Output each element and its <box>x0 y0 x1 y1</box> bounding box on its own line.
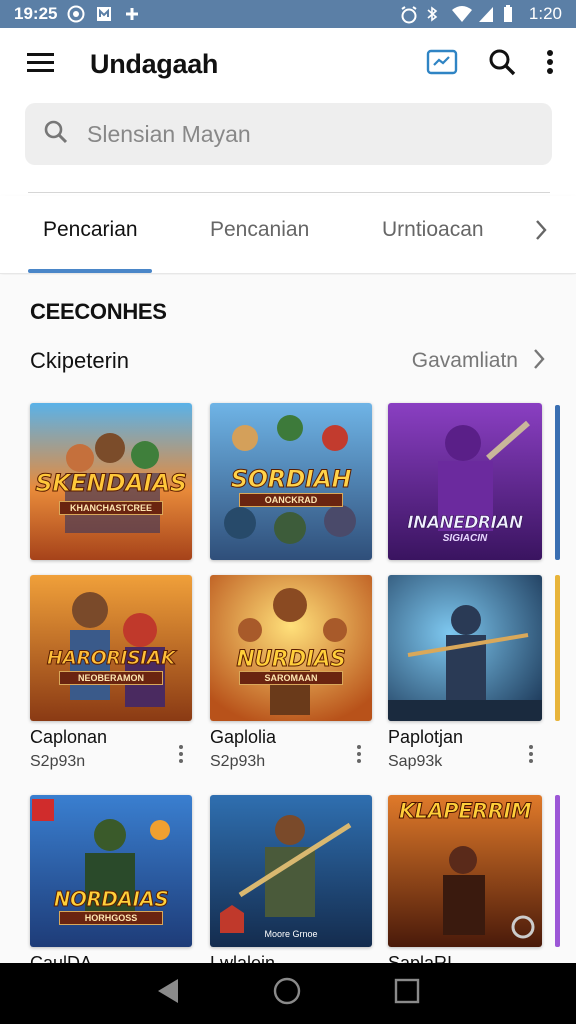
battery-icon <box>503 5 521 23</box>
navigation-bar <box>0 963 576 1024</box>
see-all-link[interactable]: Gavamliatn <box>412 349 518 373</box>
tab-pencarian[interactable]: Pencarian <box>43 218 138 242</box>
game-tile[interactable]: Moore Grnoe <box>210 795 372 947</box>
tile-art-title: SKENDAIAS <box>35 469 188 498</box>
game-tile[interactable]: KLAPERRIM <box>388 795 542 947</box>
tile-art-subtitle: SAROMAAN <box>239 671 343 685</box>
tab-bar: Pencarian Pencanian Urntioacan <box>0 196 576 274</box>
puzzle-icon <box>123 5 141 23</box>
tile-art-title: INANEDRIAN <box>407 513 524 534</box>
wifi-icon <box>451 5 472 23</box>
tile-art-subtitle: OANCKRAD <box>239 493 343 507</box>
bluetooth-icon <box>425 5 443 23</box>
chevron-right-icon[interactable] <box>534 218 548 247</box>
tile-title: Paplotjan <box>388 727 464 747</box>
tile-art-subtitle: Moore Grnoe <box>264 929 318 939</box>
app-title: Undagaah <box>90 48 219 79</box>
tile-subtitle: Sap93k <box>388 753 443 770</box>
next-tile-peek <box>555 795 560 947</box>
more-options-icon[interactable] <box>356 745 362 766</box>
tab-urntioacan[interactable]: Urntioacan <box>382 218 484 242</box>
section-subtitle: Ckipeterin <box>30 348 130 373</box>
search-field-icon <box>43 119 69 150</box>
more-options-icon[interactable] <box>528 745 534 766</box>
divider <box>28 192 550 193</box>
search-input[interactable] <box>87 120 487 148</box>
tile-art-subtitle: HORHGOSS <box>59 911 163 925</box>
menu-icon[interactable] <box>26 50 56 79</box>
alarm-icon <box>399 5 417 24</box>
tile-art-title: NURDIAS <box>236 647 347 673</box>
content-area: CEECONHES Ckipeterin Gavamliatn SKENDAIA… <box>0 275 576 963</box>
game-tile[interactable]: INANEDRIAN SIGIACIN <box>388 403 542 560</box>
game-tile[interactable]: HARORISIAK NEOBERAMON <box>30 575 192 721</box>
more-vert-icon[interactable] <box>546 49 554 80</box>
status-time-right: 1:20 <box>528 4 562 23</box>
back-icon[interactable] <box>156 978 180 1009</box>
whatsapp-icon <box>67 5 85 23</box>
game-tile[interactable]: NORDAIAS HORHGOSS <box>30 795 192 947</box>
tile-art-title: KLAPERRIM <box>398 799 532 824</box>
tile-title: Gaplolia <box>210 727 277 747</box>
more-options-icon[interactable] <box>178 745 184 766</box>
tile-title: CaulDA <box>30 953 93 963</box>
tile-subtitle: S2p93n <box>30 753 86 770</box>
home-icon[interactable] <box>273 977 301 1010</box>
tile-title: Caplonan <box>30 727 108 747</box>
tab-indicator <box>28 269 152 273</box>
tile-art-title: SORDIAH <box>230 465 352 494</box>
tile-art-subtitle: NEOBERAMON <box>59 671 163 685</box>
status-time: 19:25 <box>14 4 58 23</box>
chevron-right-icon[interactable] <box>532 347 546 376</box>
tile-art-subtitle: KHANCHASTCREE <box>59 501 163 515</box>
tab-pencanian[interactable]: Pencanian <box>210 218 309 242</box>
game-tile[interactable] <box>388 575 542 721</box>
tile-title: SaplaRI <box>388 953 453 963</box>
tile-subtitle: S2p93h <box>210 753 266 770</box>
tile-art-title: HARORISIAK <box>46 647 176 670</box>
trending-icon[interactable] <box>426 48 458 81</box>
status-bar: 19:25 1:20 <box>0 0 576 28</box>
search-bar[interactable] <box>25 103 552 165</box>
tile-art-title: NORDAIAS <box>53 887 169 912</box>
signal-icon <box>477 5 495 23</box>
game-tile[interactable]: NURDIAS SAROMAAN <box>210 575 372 721</box>
tile-art-subtitle: SIGIACIN <box>442 533 488 544</box>
next-tile-peek <box>555 575 560 721</box>
recents-icon[interactable] <box>394 978 420 1009</box>
game-tile[interactable]: SORDIAH OANCKRAD <box>210 403 372 560</box>
search-icon[interactable] <box>488 48 516 81</box>
section-title: CEECONHES <box>30 299 167 324</box>
tile-title: Lwlalein <box>210 953 276 963</box>
notification-box-icon <box>95 5 113 23</box>
app-bar: Undagaah <box>0 28 576 100</box>
game-tile[interactable]: SKENDAIAS KHANCHASTCREE <box>30 403 192 560</box>
section-header: Ckipeterin Gavamliatn <box>30 345 546 377</box>
next-tile-peek <box>555 405 560 560</box>
